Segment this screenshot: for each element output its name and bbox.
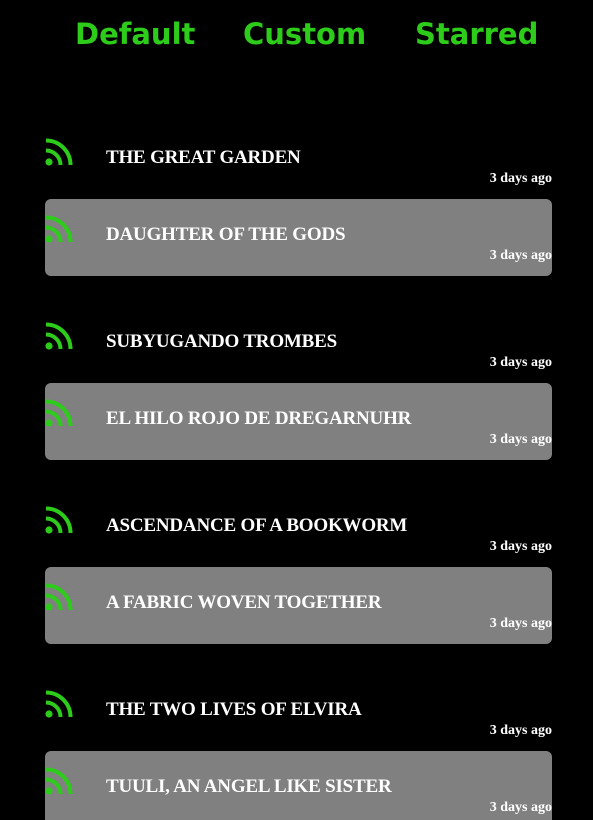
feed-item-title: TUULI, AN ANGEL LIKE SISTER (106, 776, 392, 797)
feed-item-title: THE TWO LIVES OF ELVIRA (106, 699, 362, 720)
rss-icon (45, 690, 73, 718)
rss-icon (45, 322, 73, 350)
feed-item-title: SUBYUGANDO TROMBES (106, 331, 337, 352)
rss-icon (45, 506, 73, 534)
feed-item-timestamp: 3 days ago (489, 248, 552, 263)
feed-item-title: DAUGHTER OF THE GODS (106, 224, 346, 245)
feed-item-timestamp: 3 days ago (489, 171, 552, 186)
rss-icon (45, 767, 73, 795)
tab-bar: Default Custom Starred (0, 14, 593, 58)
rss-icon (45, 399, 73, 427)
tab-custom[interactable]: Custom (243, 14, 366, 54)
feed-item[interactable]: THE TWO LIVES OF ELVIRA 3 days ago (45, 674, 552, 751)
feed-item-timestamp: 3 days ago (489, 616, 552, 631)
feed-item-timestamp: 3 days ago (489, 355, 552, 370)
rss-icon (45, 583, 73, 611)
rss-icon (45, 215, 73, 243)
feed-item-title: THE GREAT GARDEN (106, 147, 301, 168)
tab-default[interactable]: Default (75, 14, 195, 54)
feed-page: Default Custom Starred THE GREAT GARDEN 3… (0, 0, 593, 820)
feed-item[interactable]: TUULI, AN ANGEL LIKE SISTER 3 days ago (45, 751, 552, 820)
feed-item-timestamp: 3 days ago (489, 723, 552, 738)
feed-item[interactable]: EL HILO ROJO DE DREGARNUHR 3 days ago (45, 383, 552, 460)
tab-starred[interactable]: Starred (415, 14, 538, 54)
feed-item[interactable]: A FABRIC WOVEN TOGETHER 3 days ago (45, 567, 552, 644)
feed-item-timestamp: 3 days ago (489, 539, 552, 554)
feed-item[interactable]: ASCENDANCE OF A BOOKWORM 3 days ago (45, 490, 552, 567)
feed-item-title: A FABRIC WOVEN TOGETHER (106, 592, 382, 613)
feed-item-title: ASCENDANCE OF A BOOKWORM (106, 515, 408, 536)
feed-item-timestamp: 3 days ago (489, 800, 552, 815)
feed-item-timestamp: 3 days ago (489, 432, 552, 447)
feed-item[interactable]: SUBYUGANDO TROMBES 3 days ago (45, 306, 552, 383)
feed-item[interactable]: THE GREAT GARDEN 3 days ago (45, 122, 552, 199)
rss-icon (45, 138, 73, 166)
feed-item-title: EL HILO ROJO DE DREGARNUHR (106, 408, 412, 429)
feed-item[interactable]: DAUGHTER OF THE GODS 3 days ago (45, 199, 552, 276)
feed-list: THE GREAT GARDEN 3 days ago DAUGHTER OF TH… (45, 122, 552, 820)
